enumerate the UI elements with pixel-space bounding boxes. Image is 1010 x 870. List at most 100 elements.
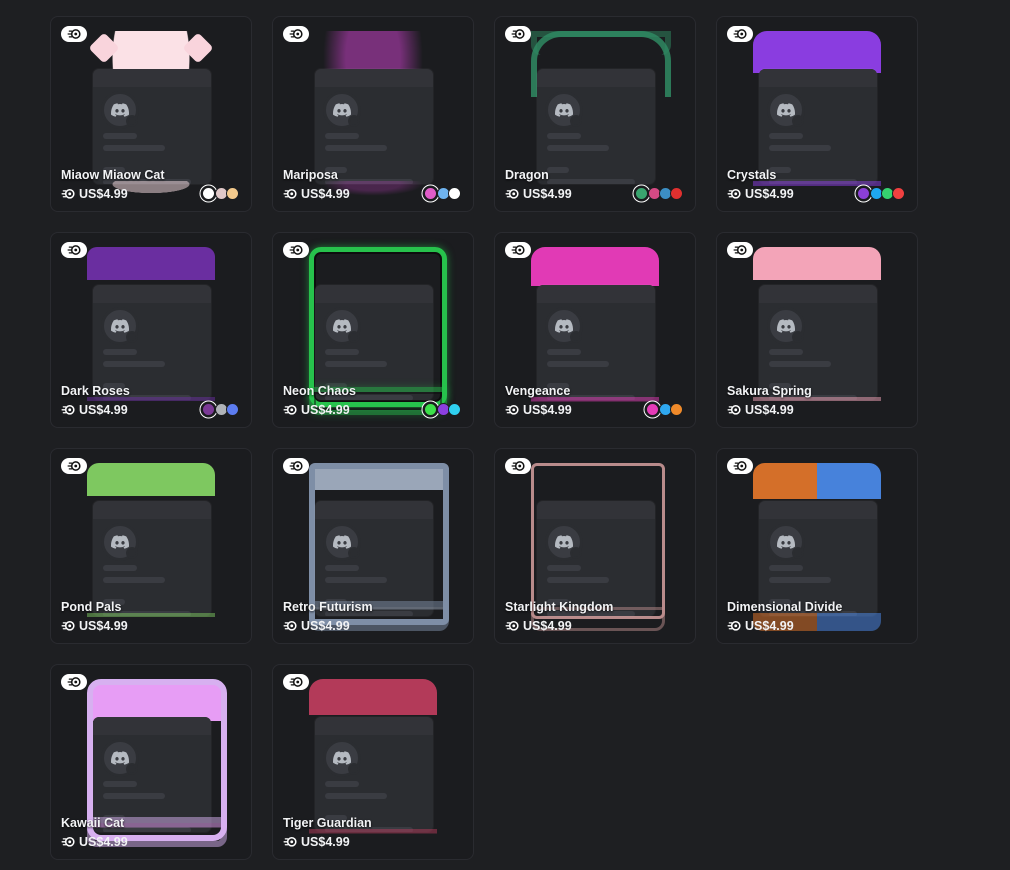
product-name: Dark Roses [61,384,130,398]
nitro-badge-icon [61,458,87,474]
nitro-badge-icon [283,26,309,42]
product-card[interactable]: Pond Pals US$4.99 [50,448,252,644]
color-swatches [857,187,905,200]
color-swatches [424,187,461,200]
profile-banner [315,501,433,519]
product-name: Tiger Guardian [283,816,372,830]
product-card[interactable]: Dark Roses US$4.99 [50,232,252,428]
profile-banner [93,69,211,87]
nitro-badge-icon [505,26,531,42]
profile-banner [537,285,655,303]
product-card[interactable]: Mariposa US$4.99 [272,16,474,212]
product-card[interactable]: Tiger Guardian US$4.99 [272,664,474,860]
nitro-badge-icon [283,674,309,690]
color-swatch[interactable] [226,403,239,416]
product-name: Dragon [505,168,549,182]
nitro-badge-icon [505,458,531,474]
product-price: US$4.99 [505,403,572,417]
profile-preview [93,285,211,400]
nitro-icon [505,404,519,416]
product-card[interactable]: Kawaii Cat US$4.99 [50,664,252,860]
nitro-icon [61,836,75,848]
color-swatch[interactable] [424,187,437,200]
product-price: US$4.99 [61,619,128,633]
profile-preview [759,69,877,184]
product-card[interactable]: Vengeance US$4.99 [494,232,696,428]
price-label: US$4.99 [301,187,350,201]
color-swatch[interactable] [448,403,461,416]
color-swatch[interactable] [226,187,239,200]
product-card[interactable]: Starlight Kingdom US$4.99 [494,448,696,644]
status-dot [792,115,804,127]
profile-preview [537,69,655,184]
nitro-badge-icon [283,458,309,474]
profile-preview [759,501,877,616]
color-swatch[interactable] [202,187,215,200]
nitro-icon [727,404,741,416]
frame-bottom [531,31,671,55]
status-dot [570,547,582,559]
profile-banner [759,501,877,519]
profile-decoration-grid: Miaow Miaow Cat US$4.99 Mariposa US$4.99 Dra… [50,16,918,860]
profile-banner [93,501,211,519]
price-label: US$4.99 [745,619,794,633]
color-swatch[interactable] [202,403,215,416]
color-swatch[interactable] [857,187,870,200]
product-card[interactable]: Retro Futurism US$4.99 [272,448,474,644]
product-card[interactable]: Dragon US$4.99 [494,16,696,212]
product-name: Dimensional Divide [727,600,843,614]
color-swatches [646,403,683,416]
profile-preview [315,717,433,832]
nitro-badge-icon [727,242,753,258]
product-price: US$4.99 [61,403,128,417]
product-card[interactable]: Dimensional Divide US$4.99 [716,448,918,644]
nitro-badge-icon [61,674,87,690]
status-dot [126,331,138,343]
product-name: Neon Chaos [283,384,356,398]
product-name: Retro Futurism [283,600,373,614]
color-swatch[interactable] [424,403,437,416]
color-swatches [202,403,239,416]
status-dot [792,331,804,343]
price-label: US$4.99 [79,403,128,417]
product-card[interactable]: Sakura Spring US$4.99 [716,232,918,428]
profile-banner [315,717,433,735]
product-card[interactable]: Neon Chaos US$4.99 [272,232,474,428]
nitro-icon [505,620,519,632]
nitro-icon [727,620,741,632]
profile-preview [93,69,211,184]
profile-banner [93,285,211,303]
profile-banner [759,69,877,87]
profile-preview [315,501,433,616]
color-swatch[interactable] [448,187,461,200]
color-swatch[interactable] [670,187,683,200]
nitro-icon [61,188,75,200]
product-name: Sakura Spring [727,384,812,398]
status-dot [348,115,360,127]
color-swatches [635,187,683,200]
profile-preview [315,69,433,184]
price-label: US$4.99 [523,187,572,201]
color-swatch[interactable] [892,187,905,200]
profile-banner [537,501,655,519]
color-swatch[interactable] [670,403,683,416]
color-swatch[interactable] [635,187,648,200]
profile-preview [315,285,433,400]
color-swatch[interactable] [646,403,659,416]
nitro-badge-icon [505,242,531,258]
price-label: US$4.99 [79,187,128,201]
product-name: Mariposa [283,168,338,182]
product-card[interactable]: Miaow Miaow Cat US$4.99 [50,16,252,212]
product-name: Starlight Kingdom [505,600,614,614]
nitro-badge-icon [61,242,87,258]
nitro-icon [727,188,741,200]
status-dot [570,331,582,343]
product-price: US$4.99 [61,835,128,849]
product-price: US$4.99 [505,619,572,633]
product-card[interactable]: Crystals US$4.99 [716,16,918,212]
color-swatches [202,187,239,200]
price-label: US$4.99 [745,187,794,201]
status-dot [792,547,804,559]
product-price: US$4.99 [283,187,350,201]
price-label: US$4.99 [301,619,350,633]
